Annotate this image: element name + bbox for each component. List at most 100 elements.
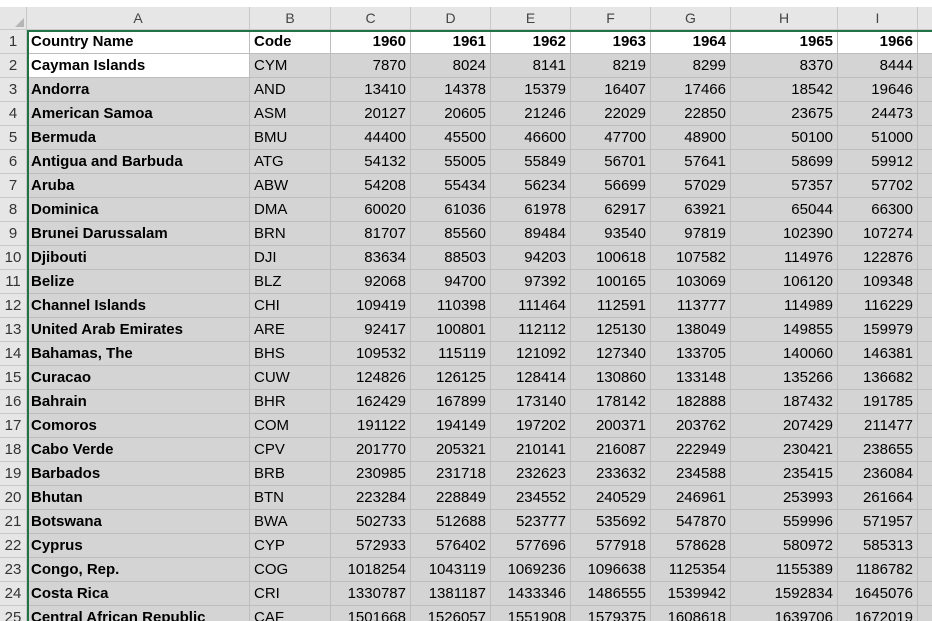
column-header-h[interactable]: H	[731, 7, 838, 30]
population-cell[interactable]: 547870	[651, 510, 731, 534]
population-cell[interactable]: 576402	[411, 534, 491, 558]
population-cell[interactable]: 121092	[491, 342, 571, 366]
population-cell[interactable]: 85560	[411, 222, 491, 246]
population-cell[interactable]: 112740	[918, 270, 932, 294]
population-cell[interactable]: 232623	[491, 462, 571, 486]
population-cell[interactable]: 14378	[411, 78, 491, 102]
population-cell[interactable]: 572933	[331, 534, 411, 558]
population-cell[interactable]: 1592834	[731, 582, 838, 606]
population-cell[interactable]: 8299	[651, 54, 731, 78]
population-cell[interactable]: 591000	[918, 534, 932, 558]
population-cell[interactable]: 18542	[731, 78, 838, 102]
column-header-c[interactable]: C	[331, 7, 411, 30]
country-code-cell[interactable]: CYM	[250, 54, 331, 78]
population-cell[interactable]: 92068	[331, 270, 411, 294]
population-cell[interactable]: 580972	[731, 534, 838, 558]
row-header-7[interactable]: 7	[0, 174, 27, 198]
population-cell[interactable]: 17466	[651, 78, 731, 102]
population-cell[interactable]: 13410	[331, 78, 411, 102]
column-title-cell[interactable]: 1960	[331, 30, 411, 54]
population-cell[interactable]: 130860	[571, 366, 651, 390]
population-cell[interactable]: 253993	[731, 486, 838, 510]
country-code-cell[interactable]: CHI	[250, 294, 331, 318]
population-cell[interactable]: 230421	[731, 438, 838, 462]
population-cell[interactable]: 56234	[491, 174, 571, 198]
population-cell[interactable]: 162429	[331, 390, 411, 414]
population-cell[interactable]: 240529	[571, 486, 651, 510]
row-header-18[interactable]: 18	[0, 438, 27, 462]
column-title-cell[interactable]: 1965	[731, 30, 838, 54]
population-cell[interactable]: 235415	[731, 462, 838, 486]
population-cell[interactable]: 133705	[651, 342, 731, 366]
row-header-17[interactable]: 17	[0, 414, 27, 438]
population-cell[interactable]: 205321	[411, 438, 491, 462]
population-cell[interactable]: 246961	[651, 486, 731, 510]
row-header-11[interactable]: 11	[0, 270, 27, 294]
population-cell[interactable]: 100801	[411, 318, 491, 342]
population-cell[interactable]: 88503	[411, 246, 491, 270]
population-cell[interactable]: 22029	[571, 102, 651, 126]
population-cell[interactable]: 191785	[838, 390, 918, 414]
population-cell[interactable]: 152690	[918, 342, 932, 366]
population-cell[interactable]: 1486555	[571, 582, 651, 606]
population-cell[interactable]: 571957	[838, 510, 918, 534]
row-header-24[interactable]: 24	[0, 582, 27, 606]
column-header-b[interactable]: B	[250, 7, 331, 30]
population-cell[interactable]: 58699	[731, 150, 838, 174]
population-cell[interactable]: 559996	[731, 510, 838, 534]
population-cell[interactable]: 112112	[491, 318, 571, 342]
population-cell[interactable]: 66300	[838, 198, 918, 222]
country-code-cell[interactable]: ASM	[250, 102, 331, 126]
population-cell[interactable]: 128414	[491, 366, 571, 390]
country-code-cell[interactable]: ABW	[250, 174, 331, 198]
population-cell[interactable]: 55849	[491, 150, 571, 174]
population-cell[interactable]: 135266	[731, 366, 838, 390]
population-cell[interactable]: 113777	[651, 294, 731, 318]
row-header-10[interactable]: 10	[0, 246, 27, 270]
country-code-cell[interactable]: COM	[250, 414, 331, 438]
country-name-cell[interactable]: Antigua and Barbuda	[27, 150, 250, 174]
population-cell[interactable]: 1696000	[918, 582, 932, 606]
population-cell[interactable]: 207429	[731, 414, 838, 438]
population-cell[interactable]: 114976	[731, 246, 838, 270]
population-cell[interactable]: 236700	[918, 462, 932, 486]
population-cell[interactable]: 138200	[918, 366, 932, 390]
population-cell[interactable]: 1018254	[331, 558, 411, 582]
population-cell[interactable]: 116229	[838, 294, 918, 318]
row-header-9[interactable]: 9	[0, 222, 27, 246]
population-cell[interactable]: 50100	[731, 126, 838, 150]
country-code-cell[interactable]: BRB	[250, 462, 331, 486]
country-code-cell[interactable]: COG	[250, 558, 331, 582]
population-cell[interactable]: 1096638	[571, 558, 651, 582]
country-code-cell[interactable]: DJI	[250, 246, 331, 270]
row-header-20[interactable]: 20	[0, 486, 27, 510]
column-header-g[interactable]: G	[651, 7, 731, 30]
country-code-cell[interactable]: ARE	[250, 318, 331, 342]
country-name-cell[interactable]: Barbados	[27, 462, 250, 486]
population-cell[interactable]: 138049	[651, 318, 731, 342]
population-cell[interactable]: 140060	[731, 342, 838, 366]
row-header-16[interactable]: 16	[0, 390, 27, 414]
population-cell[interactable]: 178142	[571, 390, 651, 414]
row-header-15[interactable]: 15	[0, 366, 27, 390]
population-cell[interactable]: 1645076	[838, 582, 918, 606]
population-cell[interactable]: 230985	[331, 462, 411, 486]
population-cell[interactable]: 502733	[331, 510, 411, 534]
column-title-cell[interactable]: 1963	[571, 30, 651, 54]
country-code-cell[interactable]: BRN	[250, 222, 331, 246]
country-code-cell[interactable]: BTN	[250, 486, 331, 510]
population-cell[interactable]: 19646	[838, 78, 918, 102]
population-cell[interactable]: 234588	[651, 462, 731, 486]
population-cell[interactable]: 54132	[331, 150, 411, 174]
row-header-21[interactable]: 21	[0, 510, 27, 534]
population-cell[interactable]: 535692	[571, 510, 651, 534]
row-header-12[interactable]: 12	[0, 294, 27, 318]
population-cell[interactable]: 577696	[491, 534, 571, 558]
population-cell[interactable]: 200371	[571, 414, 651, 438]
population-cell[interactable]: 56699	[571, 174, 651, 198]
population-cell[interactable]: 93540	[571, 222, 651, 246]
population-cell[interactable]: 8444	[838, 54, 918, 78]
population-cell[interactable]: 55005	[411, 150, 491, 174]
column-title-cell[interactable]: 1967	[918, 30, 932, 54]
population-cell[interactable]: 182888	[651, 390, 731, 414]
